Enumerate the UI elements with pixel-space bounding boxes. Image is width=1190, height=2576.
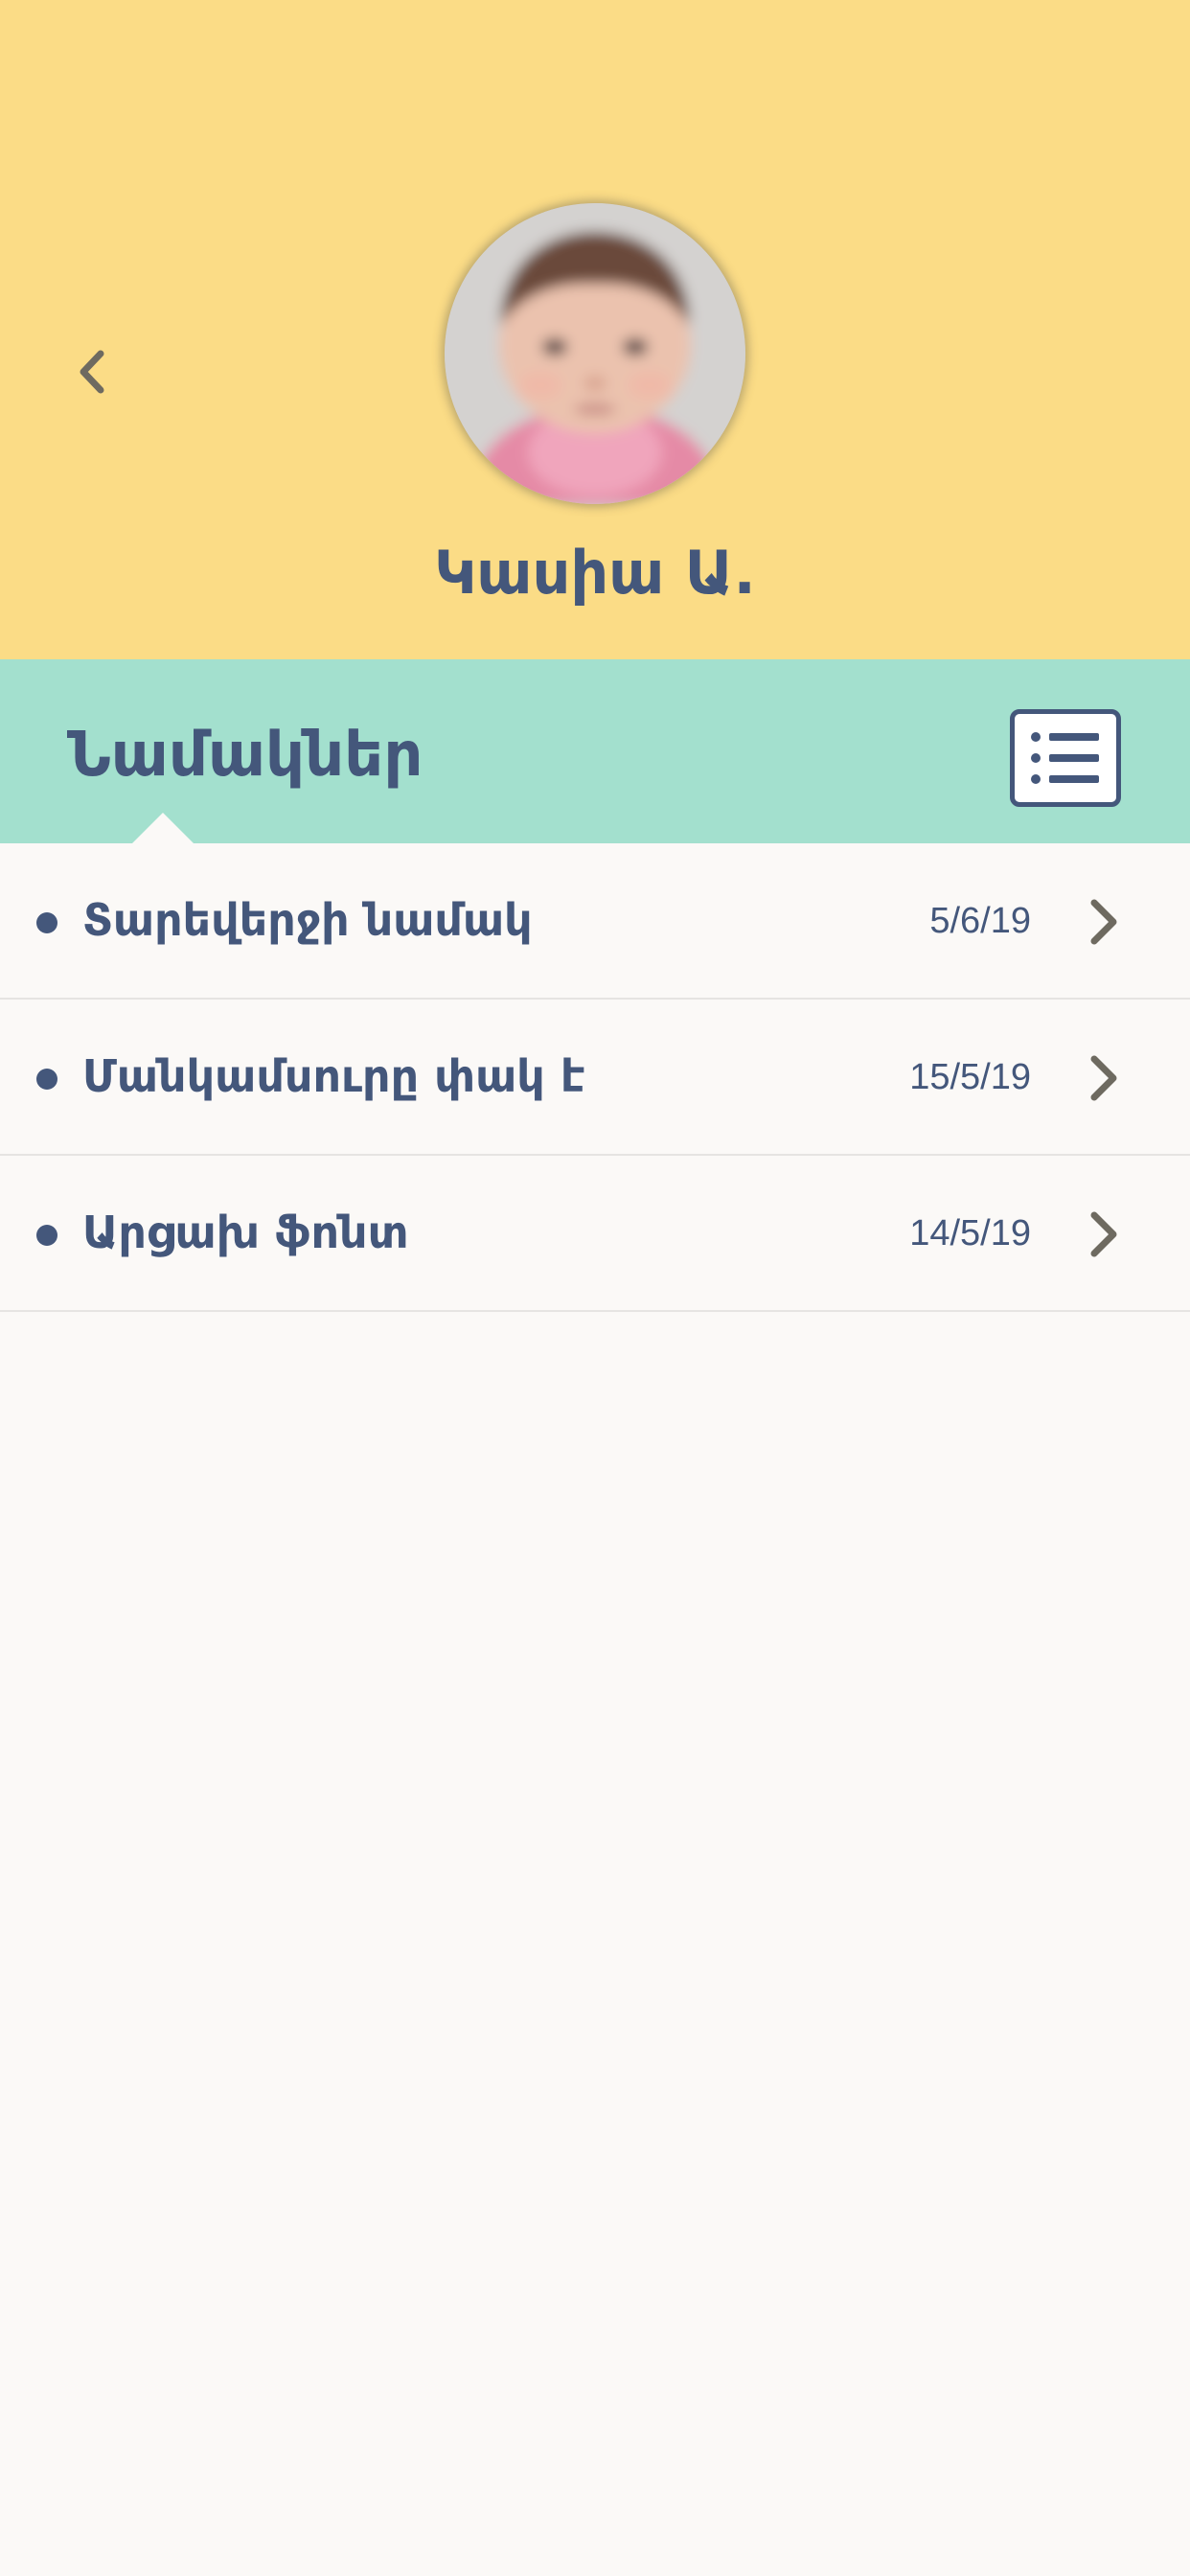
list-item[interactable]: Արցախ ֆոնտ 14/5/19 <box>0 1156 1190 1312</box>
letters-list: Տարեվերջի նամակ 5/6/19 Մանկամսուրը փակ է… <box>0 843 1190 1312</box>
list-item[interactable]: Մանկամսուրը փակ է 15/5/19 <box>0 1000 1190 1156</box>
letter-date: 5/6/19 <box>929 901 1031 941</box>
section-title: Նամակներ <box>67 720 423 791</box>
letter-title: Արցախ ֆոնտ <box>82 1207 409 1258</box>
bullet-icon <box>36 1069 57 1090</box>
list-view-button[interactable] <box>1010 709 1121 807</box>
chevron-right-icon <box>1090 1211 1117 1257</box>
profile-header: Կասիա Ա. <box>0 0 1190 659</box>
profile-name: Կասիա Ա. <box>434 538 756 608</box>
active-tab-indicator <box>132 813 194 843</box>
bullet-icon <box>36 912 57 933</box>
chevron-right-icon <box>1090 899 1117 945</box>
letter-date: 15/5/19 <box>909 1057 1031 1097</box>
list-icon <box>1031 732 1099 784</box>
back-button[interactable] <box>63 335 121 408</box>
letter-title: Տարեվերջի նամակ <box>82 894 533 946</box>
avatar-photo <box>445 203 745 504</box>
list-item[interactable]: Տարեվերջի նամակ 5/6/19 <box>0 843 1190 1000</box>
letter-date: 14/5/19 <box>909 1213 1031 1254</box>
avatar <box>445 203 745 504</box>
chevron-right-icon <box>1090 1055 1117 1101</box>
bullet-icon <box>36 1225 57 1246</box>
letter-title: Մանկամսուրը փակ է <box>82 1050 585 1102</box>
chevron-left-icon <box>80 350 104 394</box>
